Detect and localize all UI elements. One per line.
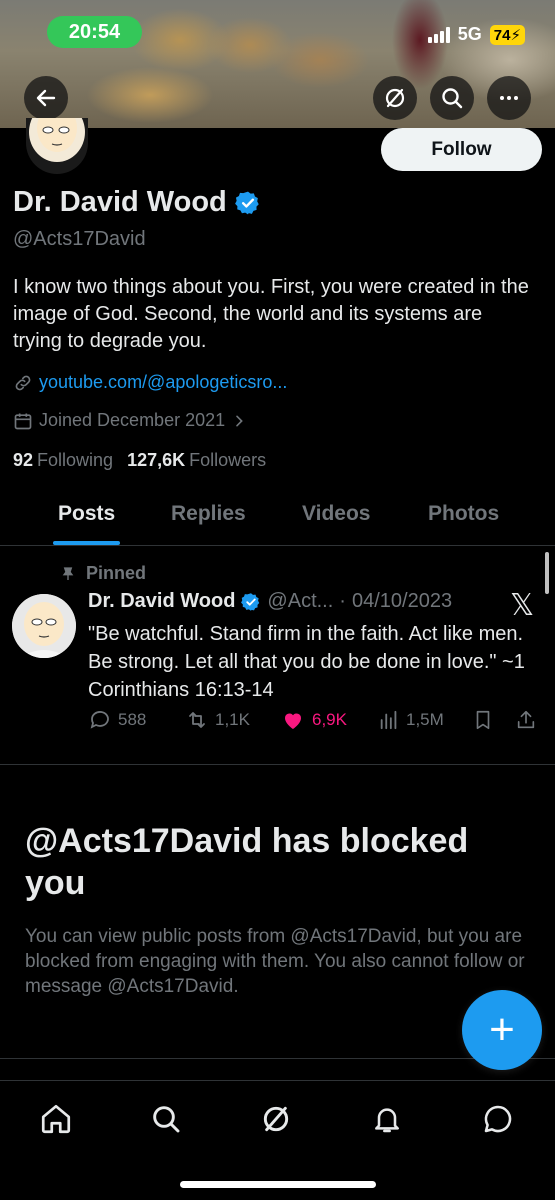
- post-author-avatar[interactable]: [12, 594, 76, 658]
- followers-label: Followers: [189, 450, 267, 470]
- status-indicators: 5G 74⚡: [427, 24, 525, 45]
- nav-messages[interactable]: [478, 1099, 518, 1139]
- blocked-description: You can view public posts from @Acts17Da…: [25, 926, 525, 997]
- nav-search[interactable]: [146, 1099, 186, 1139]
- chevron-right-icon: [236, 415, 243, 426]
- joined-date: Joined December 2021: [39, 410, 226, 430]
- following-count: 92: [13, 450, 34, 470]
- home-indicator[interactable]: [180, 1181, 376, 1188]
- arrow-left-icon: [36, 89, 56, 107]
- follow-counts: 92 Following 127,6K Followers: [13, 450, 266, 471]
- repost-count: 1,1K: [215, 710, 250, 729]
- chat-bubble-icon: [484, 1105, 512, 1133]
- repost-icon: [189, 712, 205, 728]
- calendar-icon: [14, 413, 32, 429]
- tab-photos[interactable]: Photos: [428, 502, 499, 526]
- pinned-label: Pinned: [86, 563, 147, 583]
- post-author-name[interactable]: Dr. David Wood: [88, 590, 235, 613]
- network-type: 5G: [457, 24, 482, 44]
- reply-button[interactable]: 588: [88, 708, 146, 732]
- share-icon: [517, 710, 535, 729]
- slash-circle-icon: [263, 1106, 289, 1132]
- nav-grok[interactable]: [256, 1099, 296, 1139]
- followers-count: 127,6K: [127, 450, 186, 470]
- battery-icon: 74⚡: [489, 24, 525, 45]
- pinned-label-row: Pinned: [60, 563, 146, 584]
- verified-badge-icon: [241, 592, 260, 611]
- bell-icon: [375, 1108, 399, 1133]
- share-button[interactable]: [515, 708, 537, 732]
- like-button[interactable]: 6,9K: [280, 708, 347, 732]
- nav-home[interactable]: [36, 1099, 76, 1139]
- reply-count: 588: [118, 710, 147, 729]
- repost-button[interactable]: 1,1K: [185, 708, 250, 732]
- views-button[interactable]: 1,5M: [378, 708, 444, 732]
- search-button[interactable]: [430, 76, 474, 120]
- display-name-text: Dr. David Wood: [13, 186, 227, 218]
- following-label: Following: [37, 450, 114, 470]
- grok-button[interactable]: [373, 76, 417, 120]
- back-button[interactable]: [24, 76, 68, 120]
- battery-level: 74: [493, 26, 511, 44]
- tab-videos[interactable]: Videos: [302, 502, 370, 526]
- pin-icon: [62, 566, 74, 580]
- heart-filled-icon: [285, 713, 301, 729]
- slash-circle-icon: [385, 88, 405, 108]
- scrollbar[interactable]: [545, 552, 549, 594]
- profile-handle: @Acts17David: [13, 228, 146, 250]
- followers-count-link[interactable]: 127,6K Followers: [127, 450, 266, 471]
- views-icon: [380, 710, 397, 730]
- post-separator: ·: [339, 590, 346, 612]
- bookmark-button[interactable]: [472, 708, 494, 732]
- blocked-title: @Acts17David has blocked you: [25, 822, 469, 902]
- post-actions: 588 1,1K 6,9K 1,5M: [88, 708, 538, 738]
- content-divider: [0, 1058, 555, 1059]
- search-icon: [442, 88, 463, 109]
- post-divider: [0, 764, 555, 765]
- tab-posts[interactable]: Posts: [58, 502, 115, 526]
- profile-website-link[interactable]: youtube.com/@apologeticsro...: [39, 372, 287, 393]
- link-icon: [15, 375, 31, 390]
- post-header: Dr. David Wood @Act... · 04/10/2023: [88, 590, 452, 613]
- profile-display-name: Dr. David Wood: [13, 186, 261, 219]
- tab-replies[interactable]: Replies: [171, 502, 246, 526]
- more-horizontal-icon: [500, 96, 518, 100]
- compose-post-button[interactable]: +: [462, 990, 542, 1070]
- active-tab-indicator: [53, 541, 120, 545]
- joined-row[interactable]: Joined December 2021: [13, 410, 247, 431]
- signal-icon: [427, 26, 450, 43]
- profile-tabs: Posts Replies Videos Photos: [0, 496, 555, 546]
- profile-link-row[interactable]: youtube.com/@apologeticsro...: [13, 372, 287, 393]
- post-text[interactable]: "Be watchful. Stand firm in the faith. A…: [88, 620, 528, 704]
- post-date[interactable]: 04/10/2023: [352, 590, 452, 613]
- x-logo-icon: 𝕏: [510, 588, 535, 623]
- home-icon: [41, 1104, 71, 1134]
- reply-icon: [90, 711, 109, 729]
- nav-notifications[interactable]: [367, 1099, 407, 1139]
- following-count-link[interactable]: 92 Following: [13, 450, 113, 471]
- like-count: 6,9K: [312, 710, 347, 729]
- verified-badge-icon[interactable]: [234, 190, 261, 216]
- view-count: 1,5M: [406, 710, 444, 729]
- profile-bio: I know two things about you. First, you …: [13, 276, 529, 352]
- post-author-handle: @Act...: [267, 590, 334, 612]
- bookmark-icon: [476, 710, 490, 730]
- follow-button[interactable]: Follow: [381, 128, 542, 171]
- more-button[interactable]: [487, 76, 531, 120]
- status-time: 20:54: [47, 16, 142, 48]
- search-icon: [153, 1106, 180, 1133]
- profile-avatar[interactable]: [26, 118, 88, 174]
